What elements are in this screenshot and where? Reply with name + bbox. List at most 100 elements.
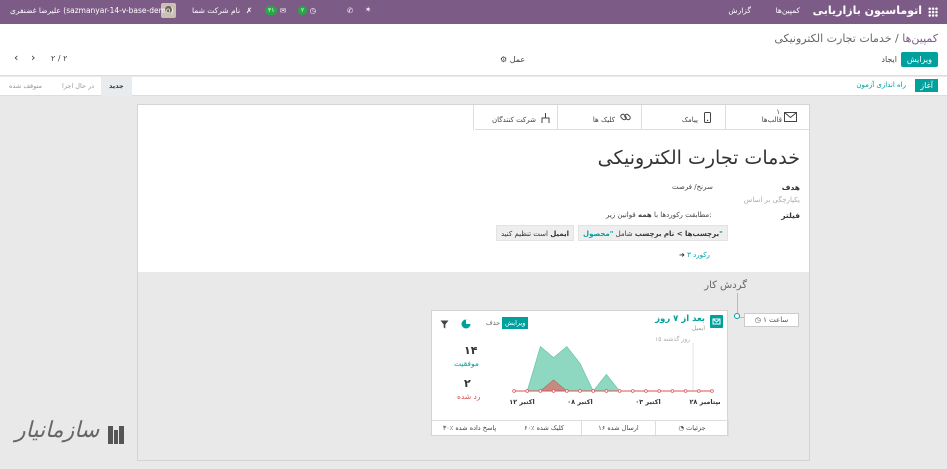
pie-chart-icon[interactable] (461, 319, 471, 329)
stage-stopped[interactable]: متوقف شده (1, 77, 50, 96)
chat-badge: ۳۱ (265, 6, 278, 15)
unique-field-label: یکپارچگی بر اساس (743, 196, 800, 204)
chip2-field: ایمیل (550, 230, 570, 238)
messages-badge: ۲ (298, 6, 308, 15)
breadcrumb-current: خدمات تجارت الکترونیکی (774, 32, 892, 45)
chart-point (657, 389, 661, 393)
chart-point (631, 389, 635, 393)
chart-x-tick: ۰۸ اکتبر (567, 398, 593, 406)
breadcrumb: کمپین‌ها / خدمات تجارت الکترونیکی (774, 32, 938, 45)
breadcrumb-separator: / (895, 32, 899, 45)
envelope-icon (784, 112, 797, 122)
arrow-right-icon: ➜ (679, 251, 685, 259)
filter-rule: مطابقت رکوردها با همه قوانین زیر: (606, 211, 712, 219)
sitemap-icon (541, 113, 550, 123)
link-icon (620, 113, 631, 121)
activity-card: بعد از ۷ روز ایمیل ویرایش حذف ۱۴ موفقیت … (431, 310, 729, 437)
chart-point (551, 389, 556, 393)
sent-stat[interactable]: ۱۶ ارسال شده (582, 421, 656, 437)
activity-title[interactable]: بعد از ۷ روز (655, 314, 705, 324)
bug-icon[interactable]: ✶ (365, 5, 371, 14)
templates-button[interactable]: ۱ قالب‌ها (725, 105, 809, 130)
phone-icon[interactable]: ✆ (347, 6, 353, 15)
records-link[interactable]: ➜ ۳ رکورد (679, 251, 710, 259)
filter-icon[interactable] (440, 320, 449, 329)
workflow-area: گردش کار ◷ ۱ ساعت بعد از ۷ روز ایمیل ویر… (138, 272, 809, 460)
form-sheet: ۱ قالب‌ها پیامک کلیک ها شرکت کنندگان خدم… (137, 104, 810, 461)
status-bar: آغاز راه اندازی آزمون جدید در حال اجرا م… (0, 77, 947, 96)
top-navbar: اتوماسیون بازاریابی کمپین‌ها گزارش ✶ ✆ ۲… (0, 0, 947, 24)
clicks-button[interactable]: کلیک ها (557, 105, 641, 130)
create-button[interactable]: ایجاد (881, 55, 897, 64)
start-button[interactable]: آغاز (915, 79, 938, 92)
chat-indicator[interactable]: ۳۱ ✉ (265, 6, 286, 15)
participants-button[interactable]: شرکت کنندگان (473, 105, 557, 130)
activity-edit-button[interactable]: ویرایش (502, 317, 529, 329)
pager-prev-icon[interactable]: ‹ (14, 51, 18, 64)
chart-x-tick: ۱۲ اکتبر (510, 398, 535, 406)
replied-stat[interactable]: ۳۰٪ پاسخ داده شده (432, 421, 507, 437)
templates-label: قالب‌ها (761, 116, 782, 124)
filter-rule-email[interactable]: ایمیل است تنظیم کنید (496, 225, 575, 241)
details-label: جزئیات (686, 424, 706, 432)
tools-icon[interactable]: ✗ (246, 6, 252, 15)
apps-grid-icon[interactable] (928, 7, 938, 17)
filter-rule-prefix: مطابقت رکوردها با (653, 211, 710, 219)
chart-point (710, 389, 714, 393)
chart-point (591, 389, 595, 393)
user-menu[interactable]: علیرضا غضنفری (sazmanyar-14-v-base-demo) (10, 6, 173, 15)
brand-logo-icon (107, 425, 124, 444)
breadcrumb-parent[interactable]: کمپین‌ها (902, 32, 938, 45)
records-count: ۳ رکورد (687, 251, 710, 259)
goal-field[interactable]: سرنخ/ فرصت (672, 183, 713, 191)
menu-campaigns[interactable]: کمپین‌ها (776, 6, 800, 15)
chart-point (578, 389, 582, 393)
filter-rule-all[interactable]: همه (638, 211, 652, 219)
chart-point (565, 389, 569, 393)
stage-new[interactable]: جدید (101, 77, 132, 96)
chart-point (604, 389, 609, 393)
smart-buttons: ۱ قالب‌ها پیامک کلیک ها شرکت کنندگان (473, 105, 809, 130)
company-switcher[interactable]: نام شرکت شما (192, 6, 240, 15)
success-label[interactable]: موفقیت (454, 359, 479, 368)
clicks-label: کلیک ها (592, 116, 615, 124)
chart-point (525, 389, 529, 393)
chart-point (538, 389, 543, 393)
action-menu[interactable]: ⚙ عمل (500, 55, 525, 64)
pager-value[interactable]: ۲ / ۲ (51, 54, 67, 63)
activities-indicator[interactable]: ۲ ◷ (298, 6, 316, 15)
chart-caption: ۱۵ روز گذشته (655, 335, 690, 343)
edit-button[interactable]: ویرایش (900, 52, 938, 67)
chart-point (617, 389, 622, 393)
details-link[interactable]: ◔ جزئیات (656, 421, 729, 437)
sms-button[interactable]: پیامک (641, 105, 725, 130)
activity-type: ایمیل (691, 325, 705, 332)
chip2-operator: است تنظیم کنید (501, 230, 548, 238)
connector-dot (734, 313, 740, 319)
filter-rule-tags[interactable]: برچسب‌ها > نام برچسب شامل "محصول" (578, 225, 728, 241)
chip-operator: شامل (615, 230, 633, 238)
app-name[interactable]: اتوماسیون بازاریابی (813, 4, 922, 17)
menu-reporting[interactable]: گزارش (728, 6, 751, 15)
launch-test-button[interactable]: راه اندازی آزمون (856, 81, 906, 89)
rejected-label[interactable]: رد شده (457, 392, 481, 401)
sms-label: پیامک (681, 116, 698, 124)
success-count: ۱۴ (464, 344, 478, 357)
goal-label: هدف (781, 183, 800, 192)
participants-label: شرکت کنندگان (492, 116, 536, 124)
chart-point (697, 389, 701, 393)
pager-next-icon[interactable]: › (31, 51, 35, 64)
activity-delete-button[interactable]: حذف (483, 317, 503, 329)
trigger-interval[interactable]: ◷ ۱ ساعت (744, 313, 799, 327)
control-panel: کمپین‌ها / خدمات تجارت الکترونیکی ویرایش… (0, 24, 947, 76)
chat-icon: ✉ (279, 6, 287, 15)
pie-small-icon: ◔ (678, 424, 685, 432)
campaign-title[interactable]: خدمات تجارت الکترونیکی (598, 147, 800, 169)
gear-icon: ⚙ (500, 55, 508, 64)
clicked-stat[interactable]: ۶۰٪ کلیک شده (507, 421, 582, 437)
activity-chart: ۱۵ روز گذشته ۲۸ سپتامبر ۰۳ اکتبر ۰۸ اکتبر ۱… (510, 335, 720, 406)
stage-running[interactable]: در حال اجرا (54, 77, 102, 96)
chart-point (683, 389, 688, 393)
envelope-square-icon (710, 315, 723, 328)
filter-label: فیلتر (781, 211, 800, 220)
